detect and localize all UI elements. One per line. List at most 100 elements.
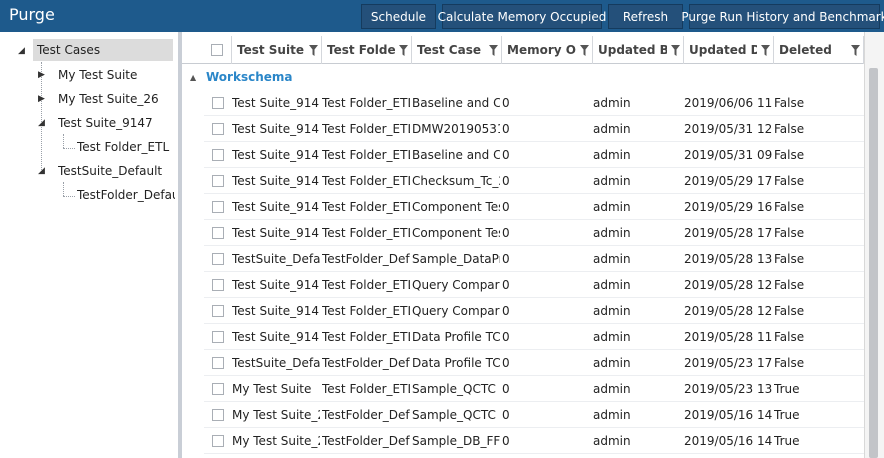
row-checkbox[interactable] [212,357,224,369]
funnel-icon[interactable] [485,42,501,58]
column-header-updated-date[interactable]: Updated D [684,36,774,64]
tree-item-suite[interactable]: My Test Suite [58,64,178,86]
table-row[interactable]: Test Suite_9147 Test Folder_ETL Data Profi… [204,324,864,350]
table-cell: 0 [502,252,510,266]
table-cell: False [774,278,805,292]
table-cell: 2019/05/29 16:5 [684,200,772,214]
column-label: Test Case [417,43,481,57]
table-row[interactable]: TestSuite_Defau TestFolder_Defa Sample_Dat… [204,246,864,272]
collapse-icon[interactable]: ◢ [18,45,25,56]
row-checkbox[interactable] [212,201,224,213]
table-cell: 2019/05/28 12:0 [684,304,772,318]
tree-item-folder[interactable]: TestFolder_Default [77,184,175,206]
funnel-icon[interactable] [576,42,592,58]
schedule-button[interactable]: Schedule [361,4,436,29]
column-header-deleted[interactable]: Deleted [774,36,864,64]
row-checkbox[interactable] [212,123,224,135]
table-row[interactable]: Test Suite_9147 Test Folder_ETL Component … [204,194,864,220]
funnel-icon[interactable] [305,42,321,58]
table-cell: Baseline and Cc [412,96,500,110]
table-cell: 2019/06/06 11:3 [684,96,772,110]
table-row[interactable]: Test Suite_9147 Test Folder_ETL Baseline a… [204,142,864,168]
row-checkbox[interactable] [212,383,224,395]
purge-grid: Test Suite Test Folder Test Case Memory … [182,32,884,458]
table-cell: 2019/05/29 17:0 [684,174,772,188]
table-cell: TestFolder_Defa [322,252,410,266]
row-checkbox[interactable] [212,97,224,109]
expand-icon[interactable]: ▶ [38,93,45,104]
select-all-checkbox[interactable] [211,44,223,56]
table-row[interactable]: Test Suite_9147 Test Folder_ETL Query Comp… [204,298,864,324]
table-cell: 2019/05/16 14:2 [684,434,772,448]
table-cell: Sample_DB_FF [412,434,500,448]
table-cell: False [774,174,805,188]
row-checkbox[interactable] [212,305,224,317]
column-label: Updated D [689,43,757,57]
funnel-icon[interactable] [395,42,411,58]
table-cell: True [774,434,800,448]
tree-root-test-cases[interactable]: Test Cases [33,39,173,61]
column-header-memory-occupied[interactable]: Memory O [502,36,593,64]
table-row[interactable]: My Test Suite Test Folder_ETL Sample_QCTC 0… [204,376,864,402]
tree-item-suite[interactable]: Test Suite_9147 [58,112,178,134]
table-cell: 2019/05/28 11:4 [684,330,772,344]
calculate-memory-button[interactable]: Calculate Memory Occupied [438,4,606,29]
table-row[interactable]: My Test Suite_2 TestFolder_Defa Sample_DB_… [204,428,864,454]
refresh-button[interactable]: Refresh [608,4,683,29]
scrollbar-thumb[interactable] [869,68,878,458]
grid-header: Test Suite Test Folder Test Case Memory … [182,32,884,64]
table-cell: False [774,200,805,214]
table-row[interactable]: My Test Suite_2 TestFolder_Defa Sample_QCT… [204,402,864,428]
table-row[interactable]: Test Suite_9147 Test Folder_ETL Component … [204,220,864,246]
table-cell: 0 [502,122,510,136]
row-checkbox[interactable] [212,409,224,421]
table-cell: 2019/05/28 13:3 [684,252,772,266]
table-cell: Test Folder_ETL [322,200,410,214]
row-checkbox[interactable] [212,253,224,265]
table-cell: 2019/05/23 17:1 [684,356,772,370]
funnel-icon[interactable] [667,42,683,58]
table-cell: 2019/05/31 09:1 [684,148,772,162]
group-row-workschema[interactable]: ▲ Workschema [182,66,884,88]
table-cell: TestSuite_Defau [232,252,320,266]
funnel-icon[interactable] [757,42,773,58]
table-cell: Baseline and Cc [412,148,500,162]
table-row[interactable]: Test Suite_9147 Test Folder_ETL Query Comp… [204,272,864,298]
table-cell: False [774,304,805,318]
funnel-icon[interactable] [847,42,863,58]
table-cell: Checksum_Tc_2 [412,174,500,188]
collapse-icon[interactable]: ◢ [38,165,45,176]
table-cell: admin [593,226,631,240]
tree-item-suite[interactable]: My Test Suite_26 [58,88,178,110]
tree-item-suite[interactable]: TestSuite_Default [58,160,178,182]
purge-history-button[interactable]: Purge Run History and Benchmark [681,4,884,29]
tree-item-folder[interactable]: Test Folder_ETL [77,136,177,158]
table-cell: 0 [502,356,510,370]
collapse-icon[interactable]: ◢ [38,117,45,128]
row-checkbox[interactable] [212,175,224,187]
column-header-test-folder[interactable]: Test Folder [322,36,412,64]
row-checkbox[interactable] [212,227,224,239]
table-row[interactable]: TestSuite_Defau TestFolder_Defa Data Profi… [204,350,864,376]
column-header-updated-by[interactable]: Updated By [593,36,684,64]
table-cell: Test Suite_9147 [232,122,320,136]
table-row[interactable]: Test Suite_9147 Test Folder_ETL Baseline a… [204,90,864,116]
column-header-test-suite[interactable]: Test Suite [232,36,322,64]
column-header-test-case[interactable]: Test Case [412,36,502,64]
table-cell: Test Folder_ETL [322,226,410,240]
collapse-icon[interactable]: ▲ [190,73,196,82]
table-cell: Test Folder_ETL [322,278,410,292]
table-cell: admin [593,200,631,214]
expand-icon[interactable]: ▶ [38,69,45,80]
table-row[interactable]: Test Suite_9147 Test Folder_ETL DMW2019053… [204,116,864,142]
row-checkbox[interactable] [212,435,224,447]
test-case-tree: ◢ Test Cases ▶ My Test Suite ▶ My Test S… [0,32,180,458]
table-cell: 0 [502,434,510,448]
table-row[interactable]: Test Suite_9147 Test Folder_ETL Checksum_T… [204,168,864,194]
select-all-checkbox-cell[interactable] [204,36,232,64]
table-cell: admin [593,174,631,188]
row-checkbox[interactable] [212,279,224,291]
row-checkbox[interactable] [212,331,224,343]
table-cell: Test Folder_ETL [322,382,410,396]
row-checkbox[interactable] [212,149,224,161]
